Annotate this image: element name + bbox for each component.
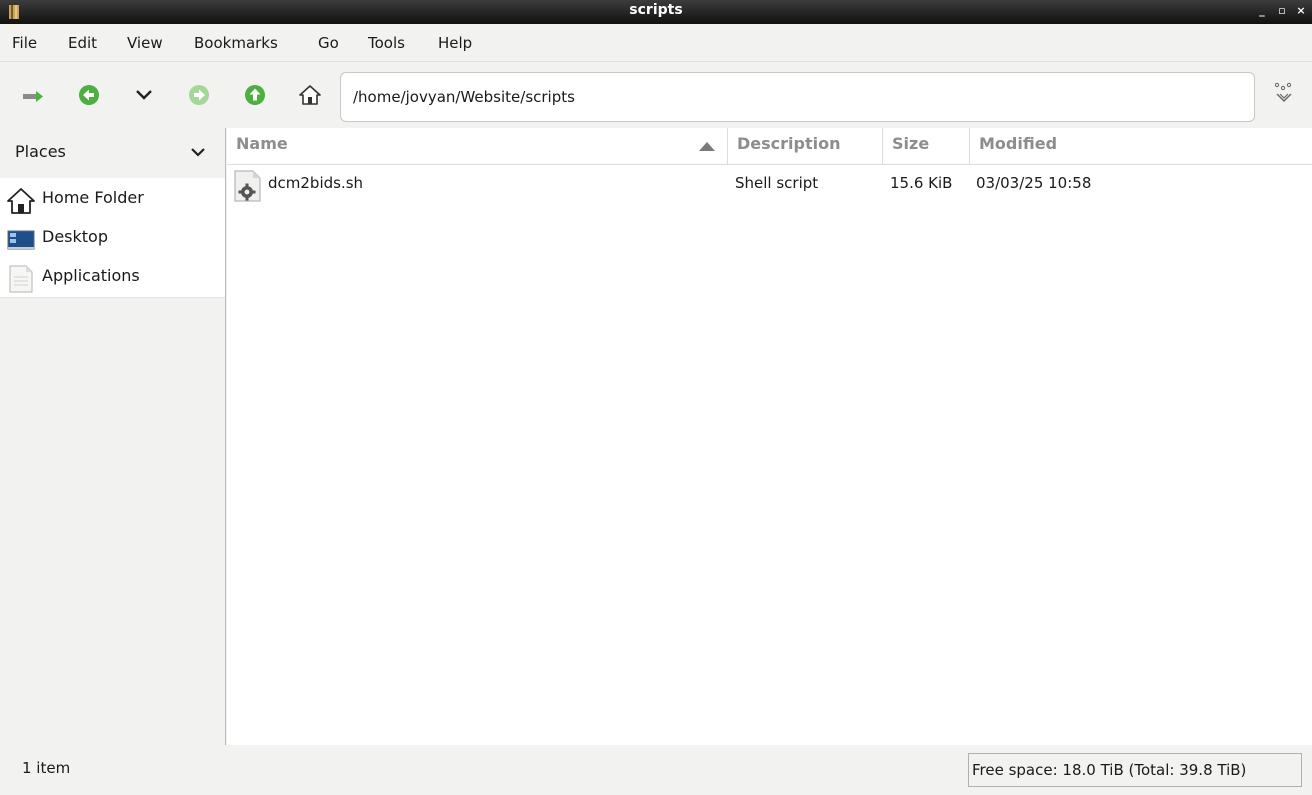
menu-help[interactable]: Help (436, 34, 474, 52)
applications-icon (9, 265, 33, 293)
column-header-size[interactable]: Size (883, 128, 970, 165)
new-tab-icon (23, 91, 43, 102)
column-header-label: Size (892, 134, 930, 153)
filter-icon (1274, 82, 1292, 102)
sidebar-item-applications[interactable]: Applications (0, 258, 225, 296)
back-icon (79, 85, 99, 105)
home-button[interactable] (297, 82, 323, 108)
places-list: Home Folder Desktop Applications (0, 178, 225, 298)
up-button[interactable] (242, 82, 268, 108)
home-folder-icon (7, 188, 35, 214)
table-row[interactable]: dcm2bids.sh Shell script 15.6 KiB 03/03/… (227, 166, 1312, 204)
status-bar: 1 item Free space: 18.0 TiB (Total: 39.8… (0, 745, 1312, 795)
home-icon (299, 85, 321, 105)
maximize-button[interactable]: ▫ (1275, 4, 1289, 18)
column-header-label: Modified (979, 134, 1058, 153)
close-button[interactable]: × (1294, 4, 1308, 18)
free-space-indicator: Free space: 18.0 TiB (Total: 39.8 TiB) (968, 753, 1302, 787)
file-size: 15.6 KiB (890, 174, 953, 192)
menu-bar: File Edit View Bookmarks Go Tools Help (0, 28, 1312, 62)
filter-button[interactable] (1271, 82, 1297, 108)
shell-script-icon (234, 170, 261, 202)
menu-go[interactable]: Go (316, 34, 341, 52)
file-list: Name Description Size Modified dcm2bids.… (227, 128, 1312, 745)
menu-bookmarks[interactable]: Bookmarks (192, 34, 280, 52)
up-icon (245, 85, 265, 105)
column-header-name[interactable]: Name (227, 128, 728, 165)
item-count: 1 item (22, 759, 71, 777)
file-modified: 03/03/25 10:58 (976, 174, 1092, 192)
menu-file[interactable]: File (10, 34, 39, 52)
chevron-down-icon (136, 90, 152, 100)
desktop-icon (7, 230, 35, 250)
history-dropdown-button[interactable] (131, 82, 157, 108)
back-button[interactable] (76, 82, 102, 108)
menu-edit[interactable]: Edit (66, 34, 99, 52)
menu-tools[interactable]: Tools (366, 34, 407, 52)
column-header-description[interactable]: Description (728, 128, 883, 165)
title-bar: scripts _ ▫ × (0, 0, 1312, 24)
window-title: scripts (629, 2, 683, 18)
file-description: Shell script (735, 174, 819, 192)
sidebar-item-label: Home Folder (42, 188, 144, 207)
toolbar (0, 64, 1312, 126)
column-header-label: Description (737, 134, 841, 153)
sidebar-item-home-folder[interactable]: Home Folder (0, 180, 225, 218)
minimize-button[interactable]: _ (1255, 4, 1269, 18)
sidebar-item-label: Desktop (42, 227, 108, 246)
forward-button[interactable] (186, 82, 212, 108)
location-input[interactable] (340, 72, 1255, 122)
sidebar-item-desktop[interactable]: Desktop (0, 219, 225, 257)
new-tab-button[interactable] (20, 82, 46, 108)
forward-icon (189, 85, 209, 105)
column-header-modified[interactable]: Modified (970, 128, 1312, 165)
sort-ascending-icon (699, 142, 715, 151)
chevron-down-icon (191, 148, 205, 157)
sidebar-item-label: Applications (42, 266, 140, 285)
column-header-label: Name (236, 134, 288, 153)
file-name: dcm2bids.sh (268, 174, 364, 192)
places-label: Places (15, 142, 66, 161)
places-selector[interactable]: Places (0, 128, 225, 176)
sidebar: Places Home Folder Desktop Applications (0, 128, 226, 745)
menu-view[interactable]: View (125, 34, 165, 52)
